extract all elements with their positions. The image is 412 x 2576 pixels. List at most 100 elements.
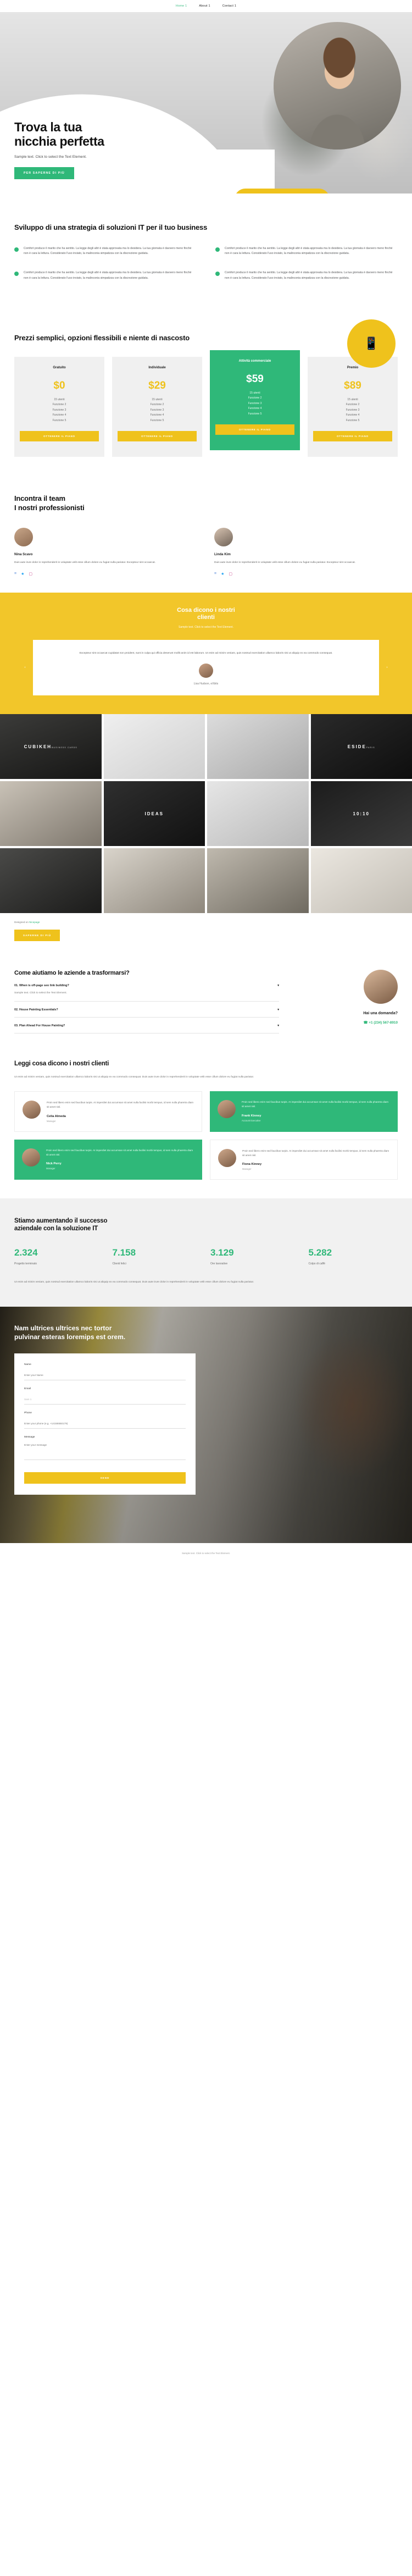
message-input[interactable] <box>24 1441 186 1461</box>
gallery-cta-button[interactable]: SAPERNE DI PIÙ <box>14 930 60 942</box>
gallery-tile[interactable] <box>310 848 412 914</box>
review-author: Celia Almeda <box>47 1114 66 1118</box>
stats-note: Ut enim ad minim veniam, quis nostrud ex… <box>14 1280 254 1284</box>
hero-title-line2: nicchia perfetta <box>14 134 104 149</box>
gallery-tile[interactable] <box>0 781 102 847</box>
faq-question: 02. House Painting Essentials? <box>14 1008 58 1011</box>
facebook-icon[interactable]: = <box>14 572 16 576</box>
gallery-tile[interactable] <box>0 848 102 914</box>
pricing-card: Gratuito $0 15 utenti Funzione 2 Funzion… <box>14 356 104 457</box>
top-navigation: Home 1 About 1 Contact 1 <box>0 0 412 12</box>
plan-feature: Funzione 2 <box>52 403 66 407</box>
gallery-tile[interactable] <box>207 714 309 780</box>
twitter-icon[interactable]: ★ <box>221 572 224 576</box>
chevron-left-icon[interactable]: ‹ <box>21 664 29 672</box>
review-text: Proin sed libero enim sed faucibus turpi… <box>242 1101 389 1108</box>
plan-feature: Funzione 5 <box>150 418 164 422</box>
instagram-icon[interactable]: ▢ <box>29 572 32 576</box>
nav-item-about[interactable]: About 1 <box>199 4 210 8</box>
strategy-feature-text: Comfort produce il marito che ha sentito… <box>225 247 393 256</box>
phone-icon: ☎ <box>363 1021 368 1025</box>
faq-item[interactable]: 02. House Painting Essentials? ▾ <box>14 1002 279 1018</box>
faq-item[interactable]: 03. Plan Ahead For House Painting? ▾ <box>14 1018 279 1033</box>
faq-sidebar: Hai una domanda? ☎ +1 (234) 567-8910 <box>293 970 398 1033</box>
chevron-right-icon[interactable]: › <box>383 664 391 672</box>
chevron-down-icon[interactable]: ▾ <box>277 984 279 987</box>
page-root: Home 1 About 1 Contact 1 Trova la tua ni… <box>0 0 412 1563</box>
gallery-tile[interactable] <box>207 848 309 914</box>
phone-label: Phone <box>24 1412 32 1415</box>
strategy-feature: Comfort produce il marito che ha sentito… <box>14 246 197 256</box>
stats-title-line1: Stiamo aumentando il successo <box>14 1218 108 1225</box>
gallery-tile[interactable]: 10:10 <box>310 781 412 847</box>
email-input[interactable] <box>24 1396 186 1405</box>
stat-item: 3.129 Ore lavorative <box>210 1247 300 1265</box>
plan-name: Gratuito <box>53 366 66 369</box>
plan-feature: Funzione 4 <box>248 407 262 411</box>
gallery-tile[interactable] <box>207 781 309 847</box>
plan-feature: Funzione 4 <box>346 413 360 417</box>
strategy-feature-text: Comfort produce il marito che ha sentito… <box>24 271 192 280</box>
facebook-icon[interactable]: = <box>214 572 216 576</box>
gallery-tile[interactable]: IDEAS <box>103 781 205 847</box>
avatar <box>22 1148 40 1167</box>
pricing-card: Individuale $29 15 utenti Funzione 2 Fun… <box>112 356 202 457</box>
send-button[interactable]: SEND <box>24 1472 186 1484</box>
faq-item[interactable]: 01. When is off-page seo link building? … <box>14 977 279 1002</box>
hero-phone-badge[interactable]: ☎ +1 (234) 567-8910 <box>235 189 330 194</box>
chevron-down-icon[interactable]: ▾ <box>277 1024 279 1027</box>
review-body: Proin sed libero enim sed faucibus turpi… <box>242 1149 389 1171</box>
nav-item-contact[interactable]: Contact 1 <box>222 4 236 8</box>
gallery-tile-caption: ESIDE PARIS <box>311 714 412 779</box>
twitter-icon[interactable]: ★ <box>21 572 24 576</box>
gallery-tile[interactable] <box>103 848 205 914</box>
form-group-name: Name <box>24 1363 186 1381</box>
cta-title: Nam ultrices ultrices nec tortor pulvina… <box>14 1324 268 1341</box>
gallery-tile[interactable]: CUBIKEH BUSINESS CARDS <box>0 714 102 780</box>
nav-item-home[interactable]: Home 1 <box>176 4 187 8</box>
plan-feature: Funzione 4 <box>150 413 164 417</box>
gallery-tile-sub: PARIS <box>366 747 375 749</box>
testimonial-band: Cosa dicono i nostri clienti Sample text… <box>0 592 412 715</box>
pricing-section: Prezzi semplici, opzioni flessibili e ni… <box>0 312 412 476</box>
faq-answer: Sample text. Click to select the Text El… <box>14 991 67 994</box>
faq-section: Come aiutiamo le aziende a trasformarsi?… <box>0 955 412 1052</box>
hero-title: Trova la tua nicchia perfetta <box>14 120 179 148</box>
testimonial-author: Lisa Hudson, eXbits <box>193 682 219 686</box>
portfolio-gallery: CUBIKEH BUSINESS CARDS ESIDE PARIS IDEAS 1… <box>0 714 412 914</box>
stat-item: 2.324 Progetto terminato <box>14 1247 104 1265</box>
gallery-tile[interactable]: ESIDE PARIS <box>310 714 412 780</box>
name-label: Name <box>24 1363 31 1367</box>
gallery-footer: Designed on Nicepage SAPERNE DI PIÙ <box>0 913 412 955</box>
reviews-section: Leggi cosa dicono i nostri clienti Ut en… <box>0 1052 412 1198</box>
social-links: = ★ ▢ <box>214 572 398 576</box>
strategy-feature-text: Comfort produce il marito che ha sentito… <box>24 247 192 256</box>
phone-input[interactable] <box>24 1420 186 1429</box>
hero-content: Trova la tua nicchia perfetta Sample tex… <box>14 120 179 180</box>
name-input[interactable] <box>24 1372 186 1381</box>
plan-cta-button[interactable]: OTTENERE IL PIANO <box>313 431 392 442</box>
plan-feature: Funzione 3 <box>248 401 262 405</box>
faq-side-phone[interactable]: ☎ +1 (234) 567-8910 <box>293 1020 398 1025</box>
bullet-dot-icon <box>14 247 19 252</box>
plan-feature: Funzione 3 <box>150 408 164 412</box>
testimonial-title-line1: Cosa dicono i nostri <box>177 606 235 613</box>
plan-cta-button[interactable]: OTTENERE IL PIANO <box>118 431 197 442</box>
review-card: Proin sed libero enim sed faucibus turpi… <box>14 1139 202 1180</box>
instagram-icon[interactable]: ▢ <box>229 572 232 576</box>
hero-section: Trova la tua nicchia perfetta Sample tex… <box>0 12 412 194</box>
faq-question-row[interactable]: 03. Plan Ahead For House Painting? ▾ <box>14 1024 279 1027</box>
plan-price: $29 <box>148 379 166 391</box>
faq-question-row[interactable]: 01. When is off-page seo link building? … <box>14 984 279 987</box>
hero-cta-button[interactable]: PER SAPERNE DI PIÙ <box>14 167 74 180</box>
plan-feature: Funzione 2 <box>248 396 262 400</box>
review-body: Proin sed libero enim sed faucibus turpi… <box>46 1148 194 1170</box>
plan-cta-button[interactable]: OTTENERE IL PIANO <box>215 424 294 435</box>
faq-question-row[interactable]: 02. House Painting Essentials? ▾ <box>14 1008 279 1011</box>
chevron-down-icon[interactable]: ▾ <box>277 1008 279 1011</box>
plan-feature: Funzione 3 <box>52 408 66 412</box>
plan-feature: 15 utenti <box>152 397 163 401</box>
gallery-tile[interactable] <box>103 714 205 780</box>
nicepage-link[interactable]: Nicepage <box>29 921 40 924</box>
plan-cta-button[interactable]: OTTENERE IL PIANO <box>20 431 99 442</box>
